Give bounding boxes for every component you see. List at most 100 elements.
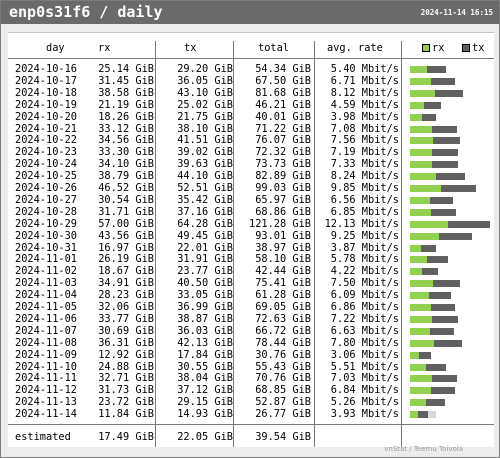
rx-bar xyxy=(410,125,432,133)
row-avg-rate: 7.22 Mbit/s xyxy=(330,312,399,325)
row-total: 46.21 GiB xyxy=(255,98,311,111)
rx-bar xyxy=(410,113,422,121)
row-total: 58.10 GiB xyxy=(255,253,311,266)
row-rx: 34.10 GiB xyxy=(98,158,154,171)
rx-bar xyxy=(410,101,424,109)
rx-bar xyxy=(410,411,418,419)
row-tx: 38.87 GiB xyxy=(177,312,233,325)
row-rx: 30.54 GiB xyxy=(98,193,154,206)
tx-bar xyxy=(426,363,446,371)
row-day: 2024-11-07 xyxy=(15,324,77,337)
tx-bar xyxy=(433,280,460,288)
column-header-day: day xyxy=(46,42,65,54)
tx-legend-icon xyxy=(462,44,470,52)
window-frame: enp0s31f6 / daily 2024-11-14 16:15 day rx… xyxy=(0,0,500,458)
row-total: 121.28 GiB xyxy=(249,217,311,230)
tx-bar xyxy=(441,185,476,192)
row-rx: 31.73 GiB xyxy=(98,384,154,397)
rx-bar xyxy=(410,161,432,169)
row-rx: 33.12 GiB xyxy=(98,122,154,135)
row-tx: 35.42 GiB xyxy=(177,193,233,206)
tx-bar xyxy=(431,387,455,395)
column-separator xyxy=(401,41,402,447)
row-tx: 36.99 GiB xyxy=(177,301,233,313)
row-tx: 21.75 GiB xyxy=(177,110,233,123)
rx-bar xyxy=(410,375,432,383)
row-avg-rate: 7.80 Mbit/s xyxy=(330,336,399,349)
row-total: 72.63 GiB xyxy=(255,312,311,325)
row-total: 69.05 GiB xyxy=(255,301,311,313)
rx-bar xyxy=(410,89,435,97)
rx-bar xyxy=(410,268,422,276)
rx-bar xyxy=(410,232,439,240)
row-avg-rate: 6.09 Mbit/s xyxy=(330,289,399,302)
rx-bar xyxy=(410,173,436,181)
row-avg-rate: 5.26 Mbit/s xyxy=(330,396,399,409)
rx-bar xyxy=(410,363,426,371)
rx-bar xyxy=(410,387,431,395)
row-rx: 18.26 GiB xyxy=(98,110,154,123)
row-day: 2024-11-03 xyxy=(15,277,77,290)
tx-bar xyxy=(431,77,455,85)
row-day: 2024-10-23 xyxy=(15,146,77,159)
row-avg-rate: 7.08 Mbit/s xyxy=(330,122,399,135)
row-day: 2024-10-25 xyxy=(15,170,77,183)
row-avg-rate: 9.85 Mbit/s xyxy=(330,182,399,194)
row-avg-rate: 6.71 Mbit/s xyxy=(330,74,399,87)
row-day: 2024-11-09 xyxy=(15,348,77,361)
row-tx: 44.10 GiB xyxy=(177,170,233,183)
row-total: 61.28 GiB xyxy=(255,289,311,302)
row-avg-rate: 8.12 Mbit/s xyxy=(330,86,399,99)
row-day: 2024-10-21 xyxy=(15,122,77,135)
tx-bar xyxy=(432,125,457,133)
estimated-label: estimated xyxy=(15,431,71,443)
row-day: 2024-11-12 xyxy=(15,384,77,397)
row-day: 2024-11-01 xyxy=(15,253,77,266)
tx-bar xyxy=(436,173,465,181)
tx-bar xyxy=(419,351,431,359)
row-tx: 37.16 GiB xyxy=(177,205,233,218)
row-tx: 36.03 GiB xyxy=(177,324,233,337)
row-avg-rate: 4.59 Mbit/s xyxy=(330,98,399,111)
rx-bar xyxy=(410,137,433,145)
row-rx: 21.19 GiB xyxy=(98,98,154,111)
tx-bar xyxy=(418,411,428,419)
estimated-tx: 22.05 GiB xyxy=(177,431,233,443)
daily-traffic-table: day rx tx total avg. rate rx tx 2024-10-16 25.14… xyxy=(8,32,494,447)
rx-bar xyxy=(410,351,419,359)
row-total: 73.73 GiB xyxy=(255,158,311,171)
row-total: 54.34 GiB xyxy=(255,63,311,75)
credit-text: vnStat / Teemu Toivola xyxy=(384,445,463,453)
rx-bar xyxy=(410,399,426,407)
rx-bar xyxy=(410,244,421,252)
row-rx: 32.71 GiB xyxy=(98,372,154,385)
row-total: 42.44 GiB xyxy=(255,265,311,278)
row-tx: 42.13 GiB xyxy=(177,336,233,349)
row-avg-rate: 9.25 Mbit/s xyxy=(330,229,399,242)
rx-bar xyxy=(410,315,432,323)
tx-bar xyxy=(432,375,457,383)
tx-bar xyxy=(432,315,458,323)
row-rx: 31.71 GiB xyxy=(98,205,154,218)
row-tx: 23.77 GiB xyxy=(177,265,233,278)
row-total: 72.32 GiB xyxy=(255,146,311,159)
row-rx: 11.84 GiB xyxy=(98,408,154,421)
row-day: 2024-10-19 xyxy=(15,98,77,111)
row-avg-rate: 6.86 Mbit/s xyxy=(330,301,399,313)
row-tx: 25.02 GiB xyxy=(177,98,233,111)
rx-bar xyxy=(410,149,432,157)
row-day: 2024-10-26 xyxy=(15,182,77,194)
row-day: 2024-10-17 xyxy=(15,74,77,87)
rx-bar xyxy=(410,292,429,300)
row-rx: 28.23 GiB xyxy=(98,289,154,302)
tx-bar xyxy=(431,304,455,311)
row-rx: 25.14 GiB xyxy=(98,63,154,75)
row-day: 2024-10-30 xyxy=(15,229,77,242)
row-avg-rate: 5.40 Mbit/s xyxy=(330,63,399,75)
row-total: 71.22 GiB xyxy=(255,122,311,135)
row-rx: 43.56 GiB xyxy=(98,229,154,242)
row-day: 2024-11-06 xyxy=(15,312,77,325)
row-day: 2024-10-27 xyxy=(15,193,77,206)
column-header-rx: rx xyxy=(98,42,111,54)
row-day: 2024-11-08 xyxy=(15,336,77,349)
